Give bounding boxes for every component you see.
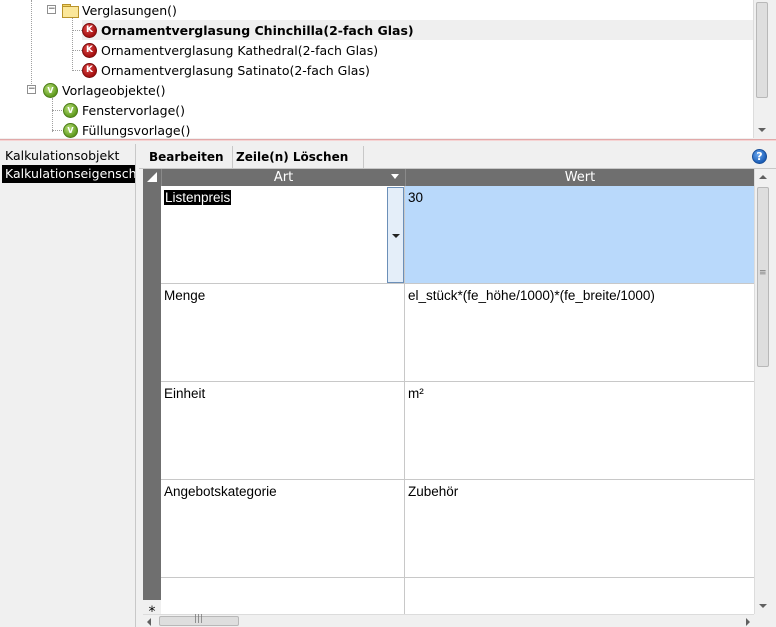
art-cell[interactable]: Menge [161, 284, 405, 381]
tree-node-chinchilla[interactable]: K Ornamentverglasung Chinchilla(2-fach G… [82, 20, 753, 40]
tree-node-vorlageobjekte[interactable]: V Vorlageobjekte() [43, 80, 165, 100]
art-cell[interactable]: Angebotskategorie [161, 480, 405, 577]
object-tree[interactable]: − Verglasungen() K Ornamentverglasung Ch… [0, 0, 753, 138]
scroll-up-arrow-icon[interactable] [759, 175, 767, 179]
grid-horizontal-scrollbar[interactable]: ||| [143, 614, 754, 627]
wert-value: m² [408, 386, 424, 401]
collapse-toggle-icon[interactable]: − [47, 5, 56, 14]
tree-node-fuellungsvorlage[interactable]: V Füllungsvorlage() [63, 120, 190, 138]
wert-cell[interactable]: el_stück*(fe_höhe/1000)*(fe_breite/1000) [405, 284, 754, 381]
k-icon: K [82, 42, 97, 58]
scrollbar-thumb[interactable]: ≡ [757, 187, 769, 367]
art-value[interactable]: Listenpreis [164, 190, 232, 205]
art-cell[interactable]: Listenpreis [161, 186, 405, 283]
grid-toolbar: Bearbeiten Zeile(n) Löschen ? [139, 145, 776, 169]
grid-header: Art Wert [143, 169, 754, 186]
tree-node-label: Ornamentverglasung Chinchilla(2-fach Gla… [101, 22, 414, 38]
tree-node-label: Ornamentverglasung Satinato(2-fach Glas) [101, 62, 370, 78]
wert-cell[interactable]: m² [405, 382, 754, 479]
scrollbar-thumb[interactable] [756, 2, 768, 98]
tree-vertical-scrollbar[interactable] [753, 0, 770, 138]
v-icon: V [63, 122, 78, 138]
tree-connector [72, 70, 82, 71]
scroll-down-arrow-icon[interactable] [758, 128, 766, 132]
wert-cell[interactable] [405, 578, 754, 614]
tree-node-kathedral[interactable]: K Ornamentverglasung Kathedral(2-fach Gl… [82, 40, 378, 60]
tree-node-label: Verglasungen() [82, 2, 177, 18]
edit-button[interactable]: Bearbeiten [141, 146, 233, 168]
tree-connector [52, 110, 62, 111]
column-header-art[interactable]: Art [161, 169, 405, 186]
table-row[interactable]: Listenpreis 30 [161, 186, 754, 284]
table-row[interactable]: Einheit m² [161, 382, 754, 480]
help-icon[interactable]: ? [752, 149, 767, 164]
new-table-row[interactable] [161, 578, 754, 614]
column-filter-icon[interactable] [390, 173, 400, 182]
scrollbar-grip-icon: ||| [194, 614, 204, 624]
tree-node-satinato[interactable]: K Ornamentverglasung Satinato(2-fach Gla… [82, 60, 370, 80]
tree-connector [31, 0, 32, 88]
wert-value: Zubehör [408, 484, 459, 499]
tree-connector [52, 130, 62, 131]
dropdown-arrow-icon[interactable] [387, 187, 404, 283]
new-row-marker: * [143, 600, 161, 614]
k-icon: K [82, 62, 97, 78]
tree-node-label: Füllungsvorlage() [82, 122, 191, 138]
left-navigation: Kalkulationsobjekt Kalkulationseigenscha… [0, 144, 136, 627]
tree-node-label: Fenstervorlage() [82, 102, 186, 118]
art-cell[interactable]: Einheit [161, 382, 405, 479]
tree-connector [72, 50, 82, 51]
select-all-corner[interactable] [143, 169, 161, 186]
art-value: Einheit [164, 386, 206, 401]
properties-grid: Art Wert * Listenpreis 30 Menge el_stück… [143, 169, 754, 614]
scroll-down-arrow-icon[interactable] [759, 604, 767, 608]
v-icon: V [43, 82, 58, 98]
wert-value: el_stück*(fe_höhe/1000)*(fe_breite/1000) [408, 288, 655, 303]
art-value: Angebotskategorie [164, 484, 277, 499]
scroll-right-arrow-icon[interactable] [746, 618, 750, 626]
scroll-left-arrow-icon[interactable] [147, 618, 151, 626]
tree-connector [72, 30, 82, 31]
wert-cell[interactable]: 30 [405, 186, 754, 283]
tree-connector [52, 98, 53, 132]
nav-item-kalkulationseigenschaften[interactable]: Kalkulationseigenschaften [2, 165, 135, 183]
art-cell[interactable] [161, 578, 405, 614]
wert-cell[interactable]: Zubehör [405, 480, 754, 577]
nav-item-kalkulationsobjekt[interactable]: Kalkulationsobjekt [2, 147, 135, 165]
app-window: − Verglasungen() K Ornamentverglasung Ch… [0, 0, 776, 627]
art-value: Menge [164, 288, 206, 303]
table-row[interactable]: Menge el_stück*(fe_höhe/1000)*(fe_breite… [161, 284, 754, 382]
tree-node-fenstervorlage[interactable]: V Fenstervorlage() [63, 100, 185, 120]
scrollbar-thumb[interactable]: ||| [159, 614, 239, 626]
tree-node-label: Vorlageobjekte() [62, 82, 166, 98]
delete-rows-button[interactable]: Zeile(n) Löschen [221, 146, 365, 168]
wert-value: 30 [408, 190, 424, 205]
collapse-toggle-icon[interactable]: − [27, 85, 36, 94]
table-row[interactable]: Angebotskategorie Zubehör [161, 480, 754, 578]
folder-icon [62, 4, 79, 18]
v-icon: V [63, 102, 78, 118]
tree-node-label: Ornamentverglasung Kathedral(2-fach Glas… [101, 42, 379, 58]
grid-vertical-scrollbar[interactable]: ≡ [754, 169, 771, 614]
panel-splitter[interactable] [0, 139, 776, 141]
row-headers: * [143, 186, 161, 614]
k-icon: K [82, 22, 97, 38]
column-header-wert[interactable]: Wert [405, 169, 754, 186]
tree-connector [72, 18, 73, 71]
scrollbar-grip-icon: ≡ [759, 268, 767, 278]
tree-node-verglasungen[interactable]: Verglasungen() [62, 0, 177, 20]
